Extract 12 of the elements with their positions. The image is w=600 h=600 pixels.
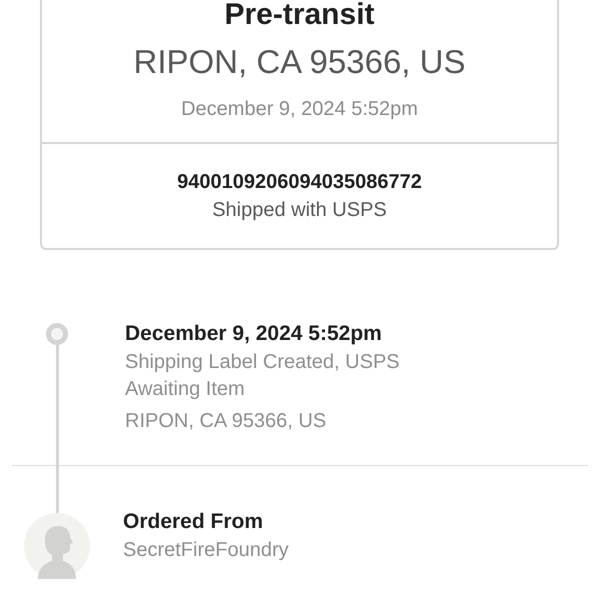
shipment-status: Pre-transit [223, 0, 376, 33]
timeline-dot-icon [46, 323, 68, 345]
tracking-number[interactable]: 9400109206094035086772 [42, 168, 557, 196]
event-description: SecretFireFoundry [123, 538, 289, 563]
shipment-location: RIPON, CA 95366, US [132, 42, 466, 82]
avatar-icon [24, 513, 90, 579]
event-description: Shipping Label Created, USPS Awaiting Item [125, 350, 400, 402]
event-location: RIPON, CA 95366, US [125, 409, 328, 434]
event-title: December 9, 2024 5:52pm [125, 321, 383, 347]
carrier-label: Shipped with USPS [211, 198, 388, 223]
status-date: December 9, 2024 5:52pm [180, 97, 419, 122]
event-title: Ordered From [123, 509, 264, 535]
